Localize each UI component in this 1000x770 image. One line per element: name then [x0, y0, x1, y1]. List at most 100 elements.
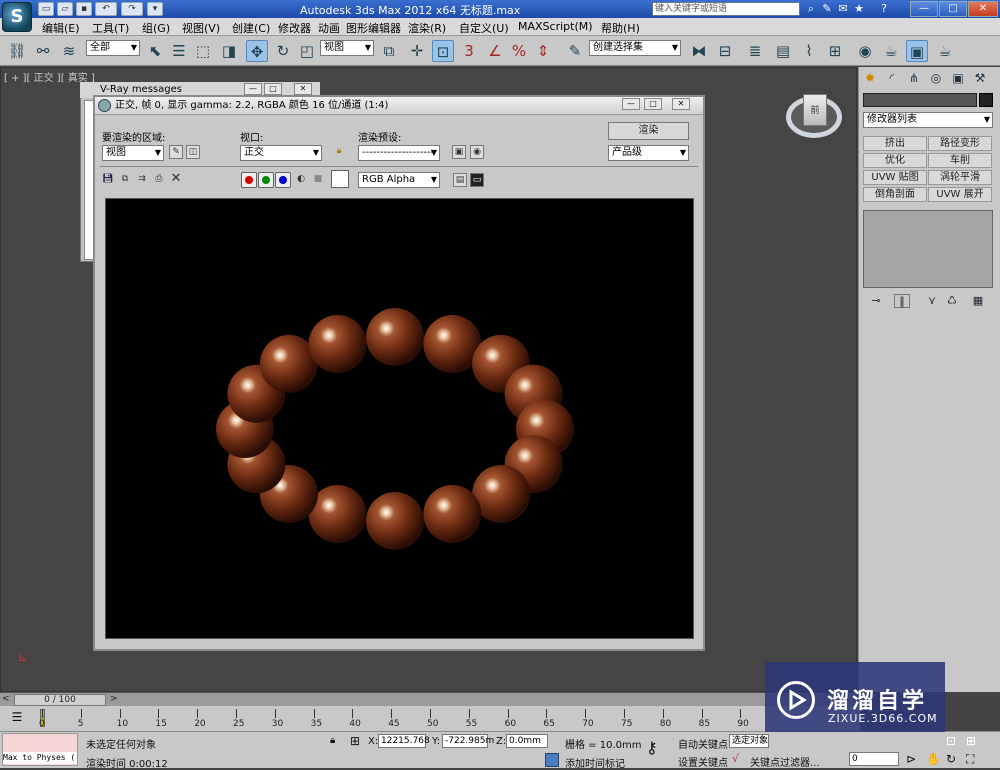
- material-editor-icon[interactable]: ◉: [854, 40, 876, 62]
- undo-icon[interactable]: ↶: [95, 2, 117, 16]
- print-image-icon[interactable]: ⎙: [152, 173, 166, 187]
- reference-coordinate-dropdown[interactable]: 视图: [320, 40, 374, 56]
- edit-named-selection-icon[interactable]: ✎: [564, 40, 586, 62]
- mirror-icon[interactable]: ⧓: [688, 40, 710, 62]
- menu-group[interactable]: 组(G): [142, 20, 170, 36]
- time-slider[interactable]: 0 / 100: [14, 694, 106, 706]
- x-coordinate-field[interactable]: 12215.768: [378, 734, 430, 748]
- optimize-button[interactable]: 优化: [863, 153, 927, 168]
- menu-tools[interactable]: 工具(T): [92, 20, 129, 36]
- zoom-extents-icon[interactable]: ⊡: [946, 734, 956, 748]
- create-tab-icon[interactable]: ✸: [861, 69, 879, 87]
- configure-sets-icon[interactable]: ▦: [970, 294, 986, 308]
- time-slider-track[interactable]: [0, 692, 857, 706]
- frame-buffer-minimize-button[interactable]: —: [622, 98, 640, 110]
- maximize-viewport-icon[interactable]: ⛶: [966, 752, 974, 767]
- alpha-display-icon[interactable]: ▭: [470, 173, 484, 187]
- field-of-view-icon[interactable]: ⊳: [906, 752, 916, 766]
- clear-image-icon[interactable]: ✕: [169, 172, 183, 187]
- binoculars-icon[interactable]: ⌕: [804, 2, 818, 16]
- menu-animation[interactable]: 动画: [318, 20, 340, 36]
- snaps-toggle-icon[interactable]: 3: [458, 40, 480, 62]
- render-setup-icon[interactable]: ☕: [880, 40, 902, 62]
- remove-modifier-icon[interactable]: ♺: [944, 294, 960, 308]
- save-image-icon[interactable]: 💾︎: [101, 173, 115, 187]
- bevel-profile-button[interactable]: 倒角剖面: [863, 187, 927, 202]
- extrude-button[interactable]: 挤出: [863, 136, 927, 151]
- window-crossing-icon[interactable]: ◨: [218, 40, 240, 62]
- show-end-result-icon[interactable]: ∥: [894, 294, 910, 308]
- menu-rendering[interactable]: 渲染(R): [408, 20, 446, 36]
- link-icon[interactable]: ⛓: [6, 40, 28, 62]
- menu-create[interactable]: 创建(C): [232, 20, 270, 36]
- app-logo[interactable]: S: [2, 2, 32, 32]
- vray-messages-close-button[interactable]: ✕: [294, 83, 312, 95]
- auto-key-button[interactable]: 自动关键点: [678, 736, 728, 751]
- mini-curve-editor-icon[interactable]: ☰: [6, 710, 28, 728]
- load-preset-icon[interactable]: ▣: [452, 145, 466, 159]
- hierarchy-tab-icon[interactable]: ⋔: [905, 69, 923, 87]
- key-mode-icon[interactable]: √: [732, 752, 739, 765]
- spinner-snap-icon[interactable]: ⇕: [532, 40, 554, 62]
- unlink-icon[interactable]: ⚯: [32, 40, 54, 62]
- path-deform-button[interactable]: 路径变形: [928, 136, 992, 151]
- named-selection-dropdown[interactable]: 创建选择集: [589, 40, 681, 56]
- uvw-map-button[interactable]: UVW 贴图: [863, 170, 927, 185]
- menu-help[interactable]: 帮助(H): [601, 20, 640, 36]
- save-file-icon[interactable]: ▪: [76, 2, 92, 16]
- percent-snap-icon[interactable]: %: [508, 40, 530, 62]
- menu-customize[interactable]: 自定义(U): [459, 20, 509, 36]
- maximize-button[interactable]: □: [939, 1, 967, 17]
- project-folder-icon[interactable]: ▾: [147, 2, 163, 16]
- menu-edit[interactable]: 编辑(E): [42, 20, 80, 36]
- graphite-tools-icon[interactable]: ▤: [772, 40, 794, 62]
- viewcube[interactable]: 前: [803, 94, 827, 126]
- make-unique-icon[interactable]: ⋎: [924, 294, 940, 308]
- channel-dropdown[interactable]: RGB Alpha: [358, 172, 440, 188]
- help-icon[interactable]: ?: [877, 2, 891, 16]
- selection-lock-icon[interactable]: 🔒︎: [330, 735, 335, 746]
- time-slider-next-icon[interactable]: >: [110, 694, 120, 706]
- redo-icon[interactable]: ↷: [121, 2, 143, 16]
- menu-maxscript[interactable]: MAXScript(M): [518, 20, 593, 33]
- red-channel-toggle[interactable]: [241, 172, 257, 188]
- pin-stack-icon[interactable]: ⊸: [868, 294, 884, 308]
- favorite-star-icon[interactable]: ★: [852, 2, 866, 16]
- zoom-all-icon[interactable]: ⊞: [966, 734, 976, 748]
- motion-tab-icon[interactable]: ◎: [927, 69, 945, 87]
- pan-view-icon[interactable]: ✋: [926, 752, 941, 766]
- keyboard-shortcut-override-icon[interactable]: ⊡: [432, 40, 454, 62]
- layer-manager-icon[interactable]: ≣: [744, 40, 766, 62]
- set-key-button[interactable]: 设置关键点: [678, 754, 728, 769]
- alpha-toggle-icon[interactable]: ◐: [294, 173, 308, 187]
- preset-options-icon[interactable]: ◉: [470, 145, 484, 159]
- maxscript-output[interactable]: Max to Physes (: [3, 752, 77, 764]
- mono-toggle-icon[interactable]: ■: [311, 173, 325, 187]
- search-input[interactable]: 键入关键字或短语: [652, 2, 800, 16]
- edit-region-icon[interactable]: ✎: [169, 145, 183, 159]
- copy-image-icon[interactable]: ⧉: [118, 173, 132, 187]
- color-swatch[interactable]: [331, 170, 349, 188]
- select-manipulate-icon[interactable]: ✛: [406, 40, 428, 62]
- render-production-icon[interactable]: ☕: [934, 40, 956, 62]
- display-tab-icon[interactable]: ▣: [949, 69, 967, 87]
- angle-snap-icon[interactable]: ∠: [484, 40, 506, 62]
- vray-messages-maximize-button[interactable]: □: [264, 83, 282, 95]
- select-move-icon[interactable]: ✥: [246, 40, 268, 62]
- align-icon[interactable]: ⊟: [714, 40, 736, 62]
- select-scale-icon[interactable]: ◰: [296, 40, 318, 62]
- menu-graph-editors[interactable]: 图形编辑器: [346, 20, 401, 36]
- current-frame-field[interactable]: 0: [849, 752, 899, 766]
- frame-buffer-title[interactable]: 正交, 帧 0, 显示 gamma: 2.2, RGBA 颜色 16 位/通道 …: [95, 97, 703, 115]
- render-quality-dropdown[interactable]: 产品级: [608, 145, 689, 161]
- region-dropdown[interactable]: 视图: [102, 145, 164, 161]
- vray-messages-minimize-button[interactable]: —: [244, 83, 262, 95]
- object-color-swatch[interactable]: [979, 93, 993, 107]
- bind-space-warp-icon[interactable]: ≋: [58, 40, 80, 62]
- green-channel-toggle[interactable]: [258, 172, 274, 188]
- object-name-field[interactable]: [863, 93, 977, 107]
- turbosmooth-button[interactable]: 涡轮平滑: [928, 170, 992, 185]
- time-tag-icon[interactable]: [545, 753, 559, 767]
- wrench-icon[interactable]: ✎: [820, 2, 834, 16]
- open-file-icon[interactable]: ▱: [57, 2, 73, 16]
